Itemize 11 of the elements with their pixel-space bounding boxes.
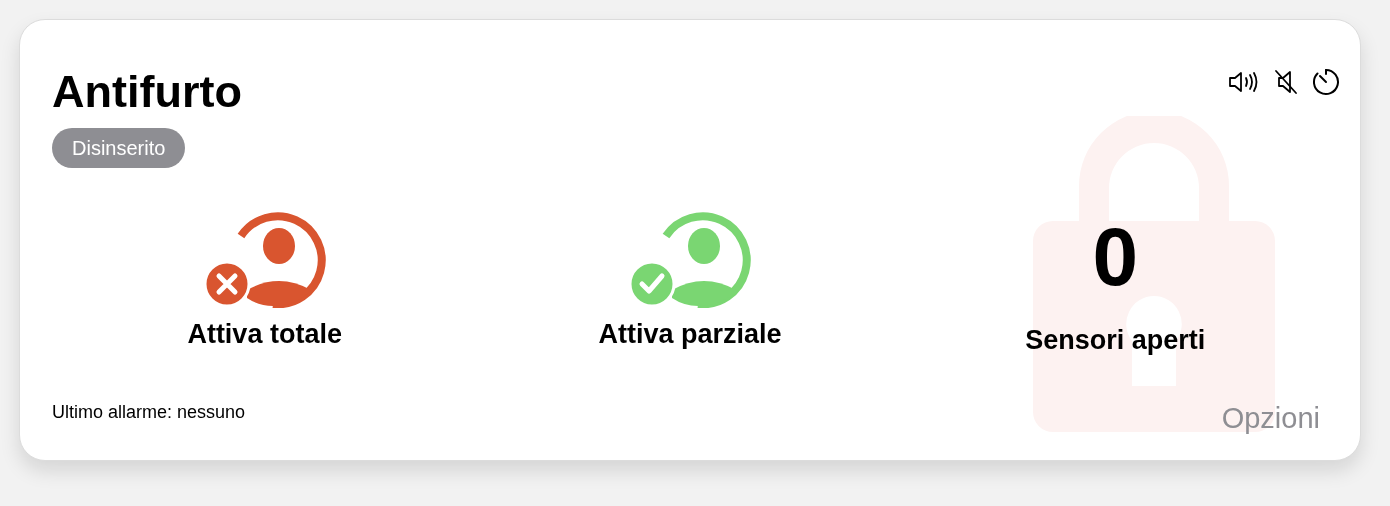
sensor-label: Sensori aperti: [1025, 324, 1206, 357]
muted-speaker-icon[interactable]: [1274, 69, 1298, 95]
arm-button[interactable]: Attiva parziale: [598, 314, 782, 355]
speaker-icon[interactable]: [1228, 70, 1260, 94]
person-check-icon[interactable]: [628, 210, 752, 308]
card-title: Antifurto: [52, 66, 242, 118]
last-alarm-text: Ultimo allarme: nessuno: [52, 401, 246, 424]
timer-icon[interactable]: [1312, 68, 1340, 96]
arm-button[interactable]: Attiva totale: [187, 314, 342, 355]
status-badge: Disinserito: [52, 128, 186, 168]
sensor-count: 0: [1092, 210, 1139, 304]
